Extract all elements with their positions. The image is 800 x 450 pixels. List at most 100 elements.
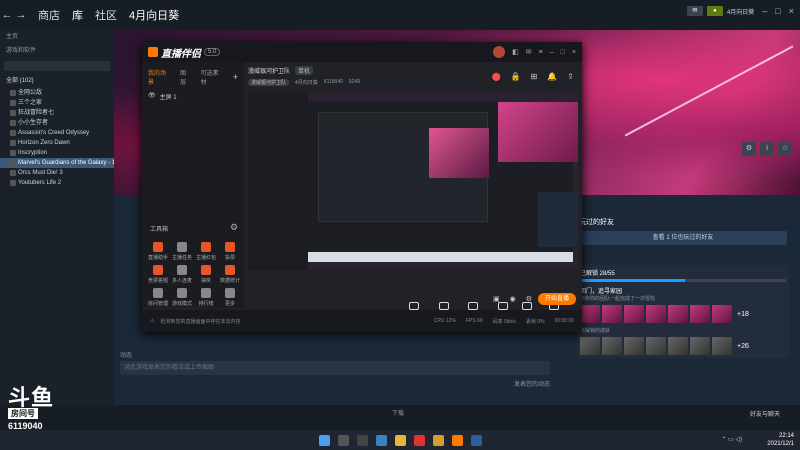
bell-icon[interactable]: 🔔	[547, 72, 557, 81]
game-list-item[interactable]: 三个之家	[0, 98, 114, 108]
locked-achievement-icon[interactable]	[712, 337, 732, 355]
maximize-icon[interactable]: □	[561, 49, 565, 56]
more-locked-count[interactable]: +26	[737, 343, 749, 350]
record-icon[interactable]: ⬤	[492, 72, 501, 81]
lock-icon[interactable]: 🔒	[511, 72, 521, 81]
back-arrow-icon[interactable]: ←	[0, 9, 14, 21]
post-activity-link[interactable]: 发表您的动态	[120, 379, 550, 388]
close-icon[interactable]: ×	[572, 49, 576, 56]
douyu-taskbar-icon[interactable]	[451, 434, 463, 446]
game-list-item[interactable]: Inscryption	[0, 148, 114, 158]
skin-icon[interactable]: ◧	[512, 48, 519, 56]
file-explorer-icon[interactable]	[394, 434, 406, 446]
locked-achievement-icon[interactable]	[668, 337, 688, 355]
achievement-icon[interactable]	[690, 305, 710, 323]
start-stream-button[interactable]: 开始直播	[538, 293, 576, 305]
toolbox-item[interactable]: 主播红包	[194, 242, 218, 261]
friends-chat-button[interactable]: 好友与聊天	[750, 409, 780, 418]
sidebar-filter[interactable]: 游戏和软件	[0, 44, 114, 58]
store-icon[interactable]	[432, 434, 444, 446]
nav-library[interactable]: 库	[72, 7, 83, 23]
task-view-icon[interactable]	[356, 434, 368, 446]
achievement-icon[interactable]	[712, 305, 732, 323]
notifications-button[interactable]: ●	[706, 6, 723, 16]
add-scene-icon[interactable]: +	[233, 72, 238, 82]
eye-icon[interactable]: ◉	[510, 295, 516, 303]
game-list-item[interactable]: Marvel's Guardians of the Galaxy - 1	[0, 158, 114, 168]
stream-preview[interactable]	[248, 92, 578, 270]
game-list-item[interactable]: 狂战冒险者七	[0, 108, 114, 118]
downloads-button[interactable]: 下载	[392, 408, 404, 417]
app-red-icon[interactable]	[413, 434, 425, 446]
game-list-item[interactable]: Youtubers Life 2	[0, 178, 114, 188]
maximize-icon[interactable]: □	[775, 6, 780, 16]
sidebar-search-input[interactable]	[4, 61, 110, 71]
sidebar-category[interactable]: 全部 (102)	[0, 74, 114, 88]
scene-item[interactable]: 👁 主屏 1	[142, 92, 244, 101]
activity-input[interactable]: 对此游戏发表您的看法或上传截图	[120, 361, 550, 375]
minimize-icon[interactable]: –	[762, 6, 767, 16]
menu-icon[interactable]: ≡	[539, 49, 543, 56]
view-friends-button[interactable]: 查看 1 位也玩过的好友	[579, 231, 787, 245]
room-title[interactable]: 漫威银河护卫队	[248, 66, 290, 75]
game-list-item[interactable]: Assassin's Creed Odyssey	[0, 128, 114, 138]
toolbox-item[interactable]: 更多	[218, 288, 242, 307]
status-message[interactable]: 检测到您的直播画面中存在非法内容	[160, 318, 240, 325]
game-list-item[interactable]: Horizon Zero Dawn	[0, 138, 114, 148]
minimize-icon[interactable]: –	[550, 49, 554, 56]
toolbox-item[interactable]: 房间管理	[146, 288, 170, 307]
search-icon[interactable]	[337, 434, 349, 446]
locked-achievement-icon[interactable]	[646, 337, 666, 355]
announcements-button[interactable]: ✉	[686, 6, 703, 16]
toolbox-item[interactable]: 直播助手	[146, 242, 170, 261]
sidebar-home[interactable]: 主页	[0, 30, 114, 44]
info-icon[interactable]: i	[760, 142, 774, 156]
toolbox-settings-icon[interactable]: ⚙	[230, 222, 238, 233]
game-list-item[interactable]: Orcs Must Die! 3	[0, 168, 114, 178]
more-achievements-count[interactable]: +18	[737, 311, 749, 318]
edge-browser-icon[interactable]	[375, 434, 387, 446]
locked-achievement-icon[interactable]	[580, 337, 600, 355]
locked-achievement-icon[interactable]	[624, 337, 644, 355]
toolbox-item[interactable]: 游戏模式	[170, 288, 194, 307]
game-list-item[interactable]: 小小生存者	[0, 118, 114, 128]
locked-achievement-icon[interactable]	[602, 337, 622, 355]
clock-time: 22:14	[778, 433, 794, 439]
toolbox-item[interactable]: 多人连麦	[170, 265, 194, 284]
close-icon[interactable]: ×	[789, 6, 794, 16]
tool-icon	[177, 265, 187, 275]
camera-icon[interactable]: ▣	[493, 295, 500, 303]
steam-taskbar-icon[interactable]	[470, 434, 482, 446]
source-tool-icon	[438, 302, 449, 310]
tab-layers[interactable]: 图层	[180, 68, 192, 86]
clock[interactable]: 22:14 2021/12/1	[767, 432, 794, 448]
account-menu[interactable]: 4月向日葵	[727, 7, 754, 16]
tab-materials[interactable]: 可选素材	[201, 68, 224, 86]
toolbox-item[interactable]: 竞猜答题	[146, 265, 170, 284]
visibility-eye-icon[interactable]: 👁	[148, 92, 156, 101]
settings-gear-icon[interactable]: ⚙	[742, 142, 756, 156]
share-icon[interactable]: ⇪	[567, 72, 574, 81]
nav-profile[interactable]: 4月向日葵	[129, 7, 179, 23]
room-category-tag[interactable]: 单机	[295, 66, 314, 75]
nav-store[interactable]: 商店	[38, 7, 60, 23]
version-badge[interactable]: 5.0	[204, 48, 221, 56]
toolbox-item[interactable]: 抽奖	[194, 265, 218, 284]
nav-community[interactable]: 社区	[95, 7, 117, 23]
start-menu-icon[interactable]	[318, 434, 330, 446]
mail-icon[interactable]: ✉	[526, 48, 532, 56]
system-tray[interactable]: ⌃ ▭ ◁)	[721, 436, 742, 443]
locked-achievement-icon[interactable]	[690, 337, 710, 355]
favorite-star-icon[interactable]: ☆	[778, 142, 792, 156]
toolbox-item[interactable]: 数据统计	[218, 265, 242, 284]
toolbox-item[interactable]: 主播任务	[170, 242, 194, 261]
game-list-item[interactable]: 全网公敌	[0, 88, 114, 98]
settings-gear-icon[interactable]: ⚙	[526, 295, 532, 303]
avatar[interactable]	[493, 46, 506, 58]
toolbox-title: 工具箱	[150, 227, 169, 233]
layout-icon[interactable]: ⊞	[531, 72, 538, 81]
toolbox-item[interactable]: 投票	[218, 242, 242, 261]
forward-arrow-icon[interactable]: →	[14, 9, 28, 21]
tab-my-scenes[interactable]: 我的场景	[148, 68, 171, 86]
toolbox-item[interactable]: 排行榜	[194, 288, 218, 307]
